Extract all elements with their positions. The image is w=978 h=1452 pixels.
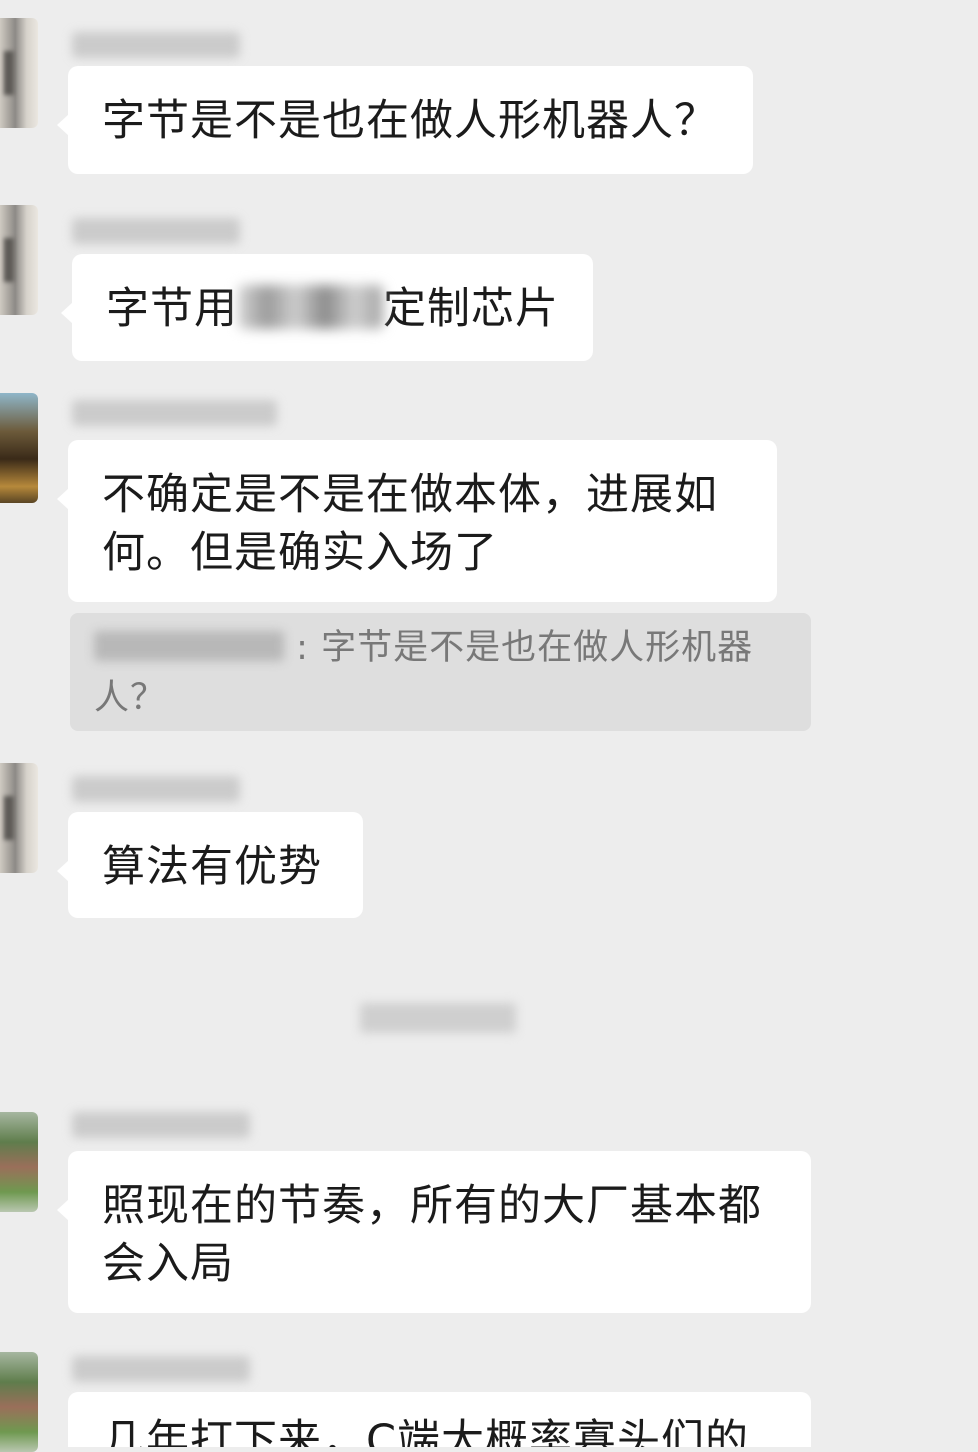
message-text: 字节用 (106, 284, 238, 334)
sender-avatar[interactable] (0, 205, 38, 315)
message-text: 定制芯片 (383, 284, 559, 334)
message-text: 字节是不是也在做人形机器人？ (102, 96, 718, 146)
message-text: 几年打下来，C端大概率寡头们的 (102, 1416, 750, 1447)
sender-name-blurred (72, 400, 277, 426)
quote-separator: : (296, 628, 309, 668)
sender-avatar[interactable] (0, 393, 38, 503)
message-bubble[interactable]: 不确定是不是在做本体，进展如何。但是确实入场了 (57, 440, 777, 602)
message-text: 算法有优势 (102, 842, 322, 892)
message-bubble[interactable]: 照现在的节奏，所有的大厂基本都会入局 (57, 1151, 811, 1313)
sender-avatar[interactable] (0, 763, 38, 873)
message-bubble[interactable]: 字节用 定制芯片 (61, 254, 593, 361)
sender-avatar[interactable] (0, 1112, 38, 1212)
sender-name-blurred (72, 1112, 250, 1138)
message-bubble[interactable]: 几年打下来，C端大概率寡头们的 (68, 1392, 811, 1447)
sender-name-blurred (72, 776, 240, 802)
message-text: 照现在的节奏，所有的大厂基本都会入局 (102, 1181, 762, 1289)
quoted-sender-blurred (94, 631, 284, 661)
sender-avatar[interactable] (0, 18, 38, 128)
timestamp-blurred (360, 1003, 516, 1033)
message-bubble[interactable]: 字节是不是也在做人形机器人？ (57, 66, 753, 174)
sender-avatar[interactable] (0, 1352, 38, 1452)
quoted-message[interactable]: : 字节是不是也在做人形机器人？ (70, 613, 811, 731)
sender-name-blurred (72, 1356, 250, 1382)
sender-name-blurred (72, 218, 240, 244)
message-text: 不确定是不是在做本体，进展如何。但是确实入场了 (102, 470, 718, 578)
redacted-text (238, 285, 383, 329)
message-bubble[interactable]: 算法有优势 (57, 812, 363, 918)
sender-name-blurred (72, 32, 240, 58)
